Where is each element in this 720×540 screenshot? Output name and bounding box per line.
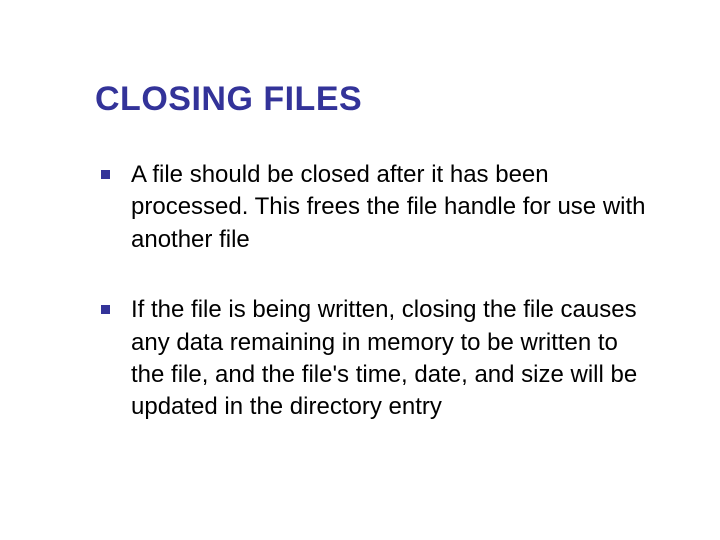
slide-title: CLOSING FILES (95, 80, 650, 119)
list-item: If the file is being written, closing th… (95, 294, 650, 424)
bullet-list: A file should be closed after it has bee… (95, 159, 650, 424)
bullet-text: A file should be closed after it has bee… (131, 161, 646, 253)
square-bullet-icon (101, 305, 110, 314)
slide: CLOSING FILES A file should be closed af… (0, 0, 720, 540)
bullet-text: If the file is being written, closing th… (131, 296, 637, 420)
square-bullet-icon (101, 170, 110, 179)
list-item: A file should be closed after it has bee… (95, 159, 650, 256)
